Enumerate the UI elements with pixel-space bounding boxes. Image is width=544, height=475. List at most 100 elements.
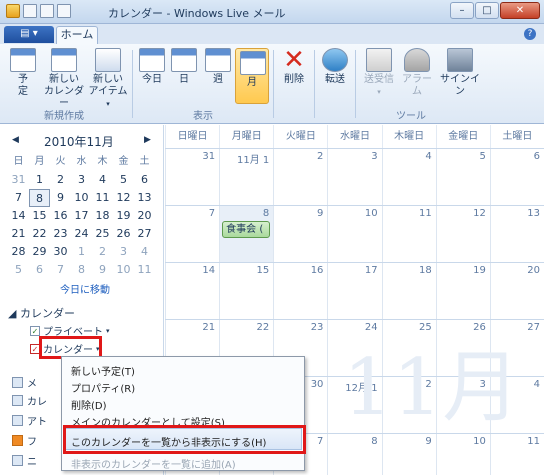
calendar-day-cell[interactable]: 11 <box>381 206 436 262</box>
mini-day-cell[interactable]: 3 <box>71 171 92 189</box>
mini-day-cell[interactable]: 29 <box>29 243 50 261</box>
mini-day-cell[interactable]: 16 <box>50 207 71 225</box>
menu-item-add-hidden[interactable]: 非表示のカレンダーを一覧に追加(A) <box>71 456 236 471</box>
calendar-day-cell[interactable]: 9 <box>273 206 327 262</box>
mini-day-cell[interactable]: 15 <box>29 207 50 225</box>
calendar-day-cell[interactable]: 6 <box>489 149 544 205</box>
calendar-day-cell[interactable]: 17 <box>327 263 381 319</box>
mini-day-cell[interactable]: 10 <box>113 261 134 279</box>
new-event-button[interactable]: 予 定 <box>8 48 38 98</box>
calendar-day-cell[interactable]: 3 <box>327 149 381 205</box>
calendar-day-cell[interactable]: 18 <box>381 263 436 319</box>
mini-day-cell[interactable]: 24 <box>71 225 92 243</box>
mini-day-cell[interactable]: 18 <box>92 207 113 225</box>
mini-day-cell[interactable]: 30 <box>50 243 71 261</box>
delete-button[interactable]: ✕ 削除 <box>280 47 308 86</box>
minimize-button[interactable]: – <box>450 2 474 19</box>
nav-contacts[interactable]: アト <box>12 413 47 428</box>
mini-day-cell[interactable]: 28 <box>8 243 29 261</box>
go-to-today-link[interactable]: 今日に移動 <box>60 281 110 296</box>
mini-day-cell[interactable]: 25 <box>92 225 113 243</box>
mini-day-cell[interactable]: 26 <box>113 225 134 243</box>
calendar-day-cell[interactable]: 7 <box>165 206 219 262</box>
mini-day-cell[interactable]: 10 <box>71 189 92 207</box>
month-view-button[interactable]: 月 <box>235 48 269 104</box>
mini-day-cell[interactable]: 6 <box>29 261 50 279</box>
mini-day-cell[interactable]: 12 <box>113 189 134 207</box>
nav-calendar[interactable]: カレ <box>12 393 47 408</box>
mini-day-cell[interactable]: 2 <box>50 171 71 189</box>
today-button[interactable]: 今日 <box>138 48 166 86</box>
new-item-button[interactable]: 新しい アイテム▾ <box>88 48 128 110</box>
mini-day-cell[interactable]: 9 <box>92 261 113 279</box>
mini-day-cell[interactable]: 14 <box>8 207 29 225</box>
mini-day-cell[interactable]: 21 <box>8 225 29 243</box>
mini-day-cell[interactable]: 22 <box>29 225 50 243</box>
mini-day-cell[interactable]: 4 <box>134 243 155 261</box>
mini-day-cell[interactable]: 13 <box>134 189 155 207</box>
mini-day-cell[interactable]: 23 <box>50 225 71 243</box>
calendar-day-cell[interactable]: 10 <box>327 206 381 262</box>
calendar-day-cell[interactable]: 20 <box>489 263 544 319</box>
mini-day-cell[interactable]: 8 <box>29 189 50 207</box>
mini-day-cell[interactable]: 31 <box>8 171 29 189</box>
calendar-day-cell[interactable]: 9 <box>381 434 436 475</box>
calendar-day-cell[interactable]: 8 <box>327 434 381 475</box>
day-view-button[interactable]: 日 <box>170 48 198 86</box>
mini-day-cell[interactable]: 6 <box>134 171 155 189</box>
mini-day-cell[interactable]: 11 <box>92 189 113 207</box>
mini-day-cell[interactable]: 5 <box>113 171 134 189</box>
nav-feeds[interactable]: フ <box>12 433 37 448</box>
calendar-day-cell[interactable]: 12 <box>435 206 490 262</box>
mini-day-cell[interactable]: 1 <box>29 171 50 189</box>
calendar-day-cell[interactable]: 13 <box>489 206 544 262</box>
mini-day-cell[interactable]: 20 <box>134 207 155 225</box>
mini-day-cell[interactable]: 1 <box>71 243 92 261</box>
mini-day-cell[interactable]: 7 <box>50 261 71 279</box>
new-calendar-button[interactable]: 新しい カレンダー <box>44 48 84 110</box>
mini-day-cell[interactable]: 17 <box>71 207 92 225</box>
calendar-event[interactable]: 食事会 ( <box>222 221 271 238</box>
menu-item-delete[interactable]: 削除(D) <box>71 397 107 412</box>
mini-day-cell[interactable]: 11 <box>134 261 155 279</box>
calendar-day-cell[interactable]: 31 <box>165 149 219 205</box>
mini-day-cell[interactable]: 4 <box>92 171 113 189</box>
calendar-day-cell[interactable]: 15 <box>219 263 273 319</box>
file-menu-button[interactable]: ▤ ▾ <box>4 26 54 43</box>
prev-month-icon[interactable]: ◀ <box>12 135 19 145</box>
week-view-button[interactable]: 週 <box>204 48 232 86</box>
calendar-day-cell[interactable]: 10 <box>435 434 490 475</box>
mini-day-cell[interactable]: 8 <box>71 261 92 279</box>
calendars-section-header[interactable]: ◢ カレンダー <box>8 305 75 321</box>
reply-icon[interactable] <box>40 4 54 18</box>
calendar-day-cell[interactable]: 19 <box>435 263 490 319</box>
print-icon[interactable] <box>57 4 71 18</box>
app-icon[interactable] <box>6 4 20 18</box>
mini-day-cell[interactable]: 5 <box>8 261 29 279</box>
calendar-day-cell[interactable]: 4 <box>381 149 436 205</box>
close-button[interactable]: ✕ <box>500 2 540 19</box>
checkbox-icon[interactable]: ✓ <box>30 325 40 336</box>
help-icon[interactable]: ? <box>524 28 536 40</box>
mini-day-cell[interactable]: 2 <box>92 243 113 261</box>
tab-home[interactable]: ホーム <box>56 26 98 44</box>
mini-day-cell[interactable]: 9 <box>50 189 71 207</box>
mini-day-cell[interactable]: 19 <box>113 207 134 225</box>
calendar-day-cell[interactable]: 5 <box>435 149 490 205</box>
maximize-button[interactable]: □ <box>475 2 499 19</box>
calendar-day-cell[interactable]: 16 <box>273 263 327 319</box>
calendar-day-cell[interactable]: 2 <box>273 149 327 205</box>
nav-news[interactable]: ニ <box>12 453 37 468</box>
mini-day-cell[interactable]: 27 <box>134 225 155 243</box>
mini-day-cell[interactable]: 7 <box>8 189 29 207</box>
nav-mail[interactable]: メ <box>12 375 37 390</box>
menu-item-properties[interactable]: プロパティ(R) <box>71 380 135 395</box>
menu-item-new-event[interactable]: 新しい予定(T) <box>71 363 135 378</box>
calendar-day-cell[interactable]: 11 <box>489 434 544 475</box>
alarm-button[interactable]: アラーム <box>398 48 436 98</box>
mini-day-cell[interactable]: 3 <box>113 243 134 261</box>
new-icon[interactable] <box>23 4 37 18</box>
calendar-day-cell[interactable]: 14 <box>165 263 219 319</box>
send-receive-button[interactable]: 送受信 ▾ <box>360 48 398 98</box>
calendar-day-cell[interactable]: 11月 1 <box>219 149 273 205</box>
